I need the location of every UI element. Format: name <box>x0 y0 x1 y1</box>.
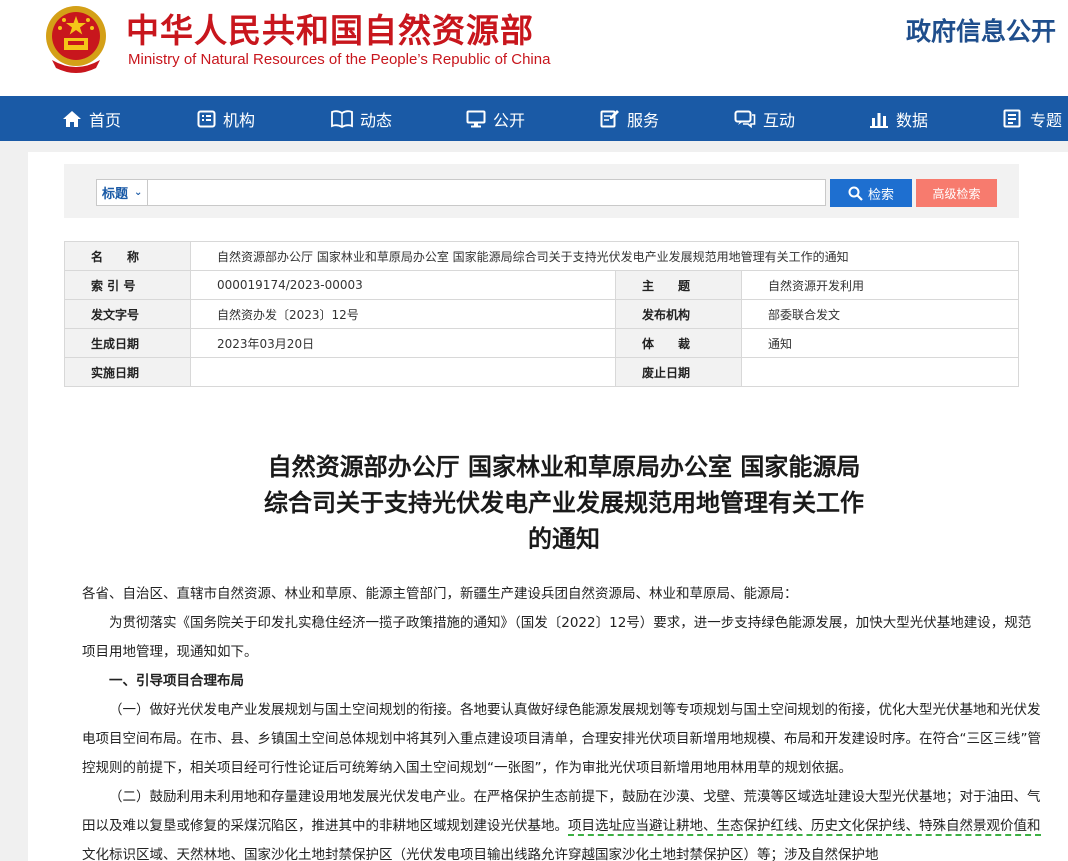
table-row: 实施日期 废止日期 <box>64 357 1019 387</box>
intro-paragraph: 为贯彻落实《国务院关于印发扎实稳住经济一揽子政策措施的通知》（国发〔2022〕1… <box>82 615 1032 660</box>
search-field-selected: 标题 <box>102 187 129 202</box>
search-icon <box>848 186 863 201</box>
nav-item-interact[interactable]: 互动 <box>734 96 795 141</box>
meta-label-index: 索 引 号 <box>64 270 191 300</box>
meta-label-date: 生成日期 <box>64 328 191 358</box>
national-emblem-icon[interactable] <box>42 2 110 74</box>
title-line: 综合司关于支持光伏发电产业发展规范用地管理有关工作 <box>264 489 864 517</box>
meta-label-genre: 体 裁 <box>615 328 742 358</box>
search-button[interactable]: 检索 <box>830 179 912 207</box>
book-icon <box>331 109 353 128</box>
meta-value-issuer: 部委联合发文 <box>741 299 1019 329</box>
meta-value-subject: 自然资源开发利用 <box>741 270 1019 300</box>
section-heading: 一、引导项目合理布局 <box>109 673 244 689</box>
search-input[interactable] <box>148 179 826 206</box>
meta-value-index: 000019174/2023-00003 <box>190 270 616 300</box>
home-icon <box>63 110 81 127</box>
document-title: 自然资源部办公厅 国家林业和草原局办公室 国家能源局 综合司关于支持光伏发电产业… <box>64 449 1064 557</box>
meta-value-docno: 自然资办发〔2023〕12号 <box>190 299 616 329</box>
edit-icon <box>600 110 619 128</box>
paragraph: （二）鼓励利用未利用地和存量建设用地发展光伏发电产业。在严格保护生态前提下，鼓励… <box>82 783 1044 861</box>
advanced-search-label: 高级检索 <box>932 186 981 201</box>
meta-value-genre: 通知 <box>741 328 1019 358</box>
chat-icon <box>734 110 756 128</box>
nav-item-service[interactable]: 服务 <box>600 96 659 141</box>
meta-value-date: 2023年03月20日 <box>190 328 616 358</box>
monitor-icon <box>466 110 486 127</box>
site-name-en[interactable]: Ministry of Natural Resources of the Peo… <box>128 51 550 68</box>
nav-item-label: 首页 <box>89 110 122 130</box>
paragraph-text: 等；涉及自然保护地 <box>757 847 879 861</box>
org-icon <box>197 110 216 127</box>
site-name-cn[interactable]: 中华人民共和国自然资源部 <box>126 4 534 52</box>
meta-label-name: 名 称 <box>64 241 191 271</box>
meta-value-expiry <box>741 357 1019 387</box>
meta-label-subject: 主 题 <box>615 270 742 300</box>
meta-label-expiry: 废止日期 <box>615 357 742 387</box>
search-field-select[interactable]: 标题 ⌄ <box>96 179 148 206</box>
paragraph: （一）做好光伏发电产业发展规划与国土空间规划的衔接。各地要认真做好绿色能源发展规… <box>82 702 1041 776</box>
nav-item-label: 互动 <box>763 110 796 130</box>
document-body: 各省、自治区、直辖市自然资源、林业和草原、能源主管部门，新疆生产建设兵团自然资源… <box>82 580 1044 861</box>
title-line: 自然资源部办公厅 国家林业和草原局办公室 国家能源局 <box>267 453 861 481</box>
table-row: 索 引 号 000019174/2023-00003 主 题 自然资源开发利用 <box>64 270 1019 300</box>
nav-item-topic[interactable]: 专题 <box>1003 96 1062 141</box>
table-row: 生成日期 2023年03月20日 体 裁 通知 <box>64 328 1019 358</box>
meta-label-issuer: 发布机构 <box>615 299 742 329</box>
nav-item-label: 动态 <box>360 110 393 130</box>
table-row: 发文字号 自然资办发〔2023〕12号 发布机构 部委联合发文 <box>64 299 1019 329</box>
nav-item-org[interactable]: 机构 <box>197 96 255 141</box>
section-title[interactable]: 政府信息公开 <box>906 12 1056 48</box>
meta-value-name: 自然资源部办公厅 国家林业和草原局办公室 国家能源局综合司关于支持光伏发电产业发… <box>190 241 1019 271</box>
nav-item-label: 服务 <box>627 110 660 130</box>
title-line: 的通知 <box>528 525 600 553</box>
topic-icon <box>1003 109 1021 128</box>
nav-item-label: 专题 <box>1030 110 1063 130</box>
nav-item-news[interactable]: 动态 <box>331 96 392 141</box>
nav-item-label: 数据 <box>896 110 929 130</box>
table-row: 名 称 自然资源部办公厅 国家林业和草原局办公室 国家能源局综合司关于支持光伏发… <box>64 241 1019 271</box>
meta-label-effective: 实施日期 <box>64 357 191 387</box>
meta-value-effective <box>190 357 616 387</box>
site-header: 中华人民共和国自然资源部 Ministry of Natural Resourc… <box>0 0 1068 96</box>
advanced-search-button[interactable]: 高级检索 <box>916 179 997 207</box>
salutation: 各省、自治区、直辖市自然资源、林业和草原、能源主管部门，新疆生产建设兵团自然资源… <box>82 586 798 602</box>
nav-item-data[interactable]: 数据 <box>869 96 928 141</box>
nav-item-label: 公开 <box>493 110 526 130</box>
chevron-down-icon: ⌄ <box>134 187 143 198</box>
nav-item-home[interactable]: 首页 <box>62 96 121 141</box>
nav-item-label: 机构 <box>223 110 256 130</box>
nav-item-open[interactable]: 公开 <box>466 96 525 141</box>
document-meta-table: 名 称 自然资源部办公厅 国家林业和草原局办公室 国家能源局综合司关于支持光伏发… <box>64 241 1019 387</box>
search-button-label: 检索 <box>867 187 894 203</box>
bar-chart-icon <box>870 112 888 128</box>
main-nav: 首页 机构 动态 公开 服务 互动 数据 专题 <box>0 96 1068 141</box>
meta-label-docno: 发文字号 <box>64 299 191 329</box>
